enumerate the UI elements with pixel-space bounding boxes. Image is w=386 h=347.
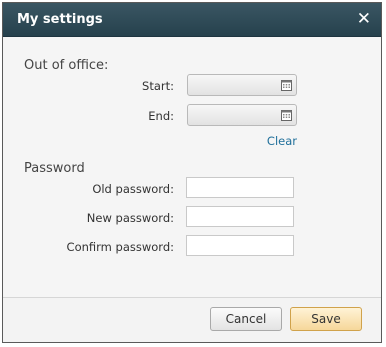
clear-link[interactable]: Clear bbox=[267, 134, 297, 148]
start-label: Start: bbox=[142, 79, 174, 93]
dialog-titlebar: My settings ✕ bbox=[3, 3, 381, 37]
save-button[interactable]: Save bbox=[290, 307, 362, 331]
confirm-password-label: Confirm password: bbox=[66, 240, 174, 254]
end-label: End: bbox=[148, 109, 174, 123]
calendar-icon[interactable] bbox=[281, 79, 292, 91]
start-date-input[interactable] bbox=[187, 74, 297, 96]
confirm-password-input[interactable] bbox=[186, 235, 294, 256]
settings-dialog: My settings ✕ Out of office: Start: End:… bbox=[2, 2, 382, 343]
dialog-title: My settings bbox=[17, 12, 103, 27]
password-heading: Password bbox=[24, 161, 85, 176]
new-password-input[interactable] bbox=[186, 206, 294, 227]
old-password-input[interactable] bbox=[186, 177, 294, 198]
end-date-input[interactable] bbox=[187, 104, 297, 126]
new-password-label: New password: bbox=[86, 211, 174, 225]
old-password-label: Old password: bbox=[92, 182, 174, 196]
cancel-button[interactable]: Cancel bbox=[210, 307, 282, 331]
dialog-footer: Cancel Save bbox=[3, 297, 381, 342]
out-of-office-heading: Out of office: bbox=[24, 58, 109, 73]
calendar-icon[interactable] bbox=[281, 109, 292, 121]
close-icon[interactable]: ✕ bbox=[357, 9, 371, 29]
